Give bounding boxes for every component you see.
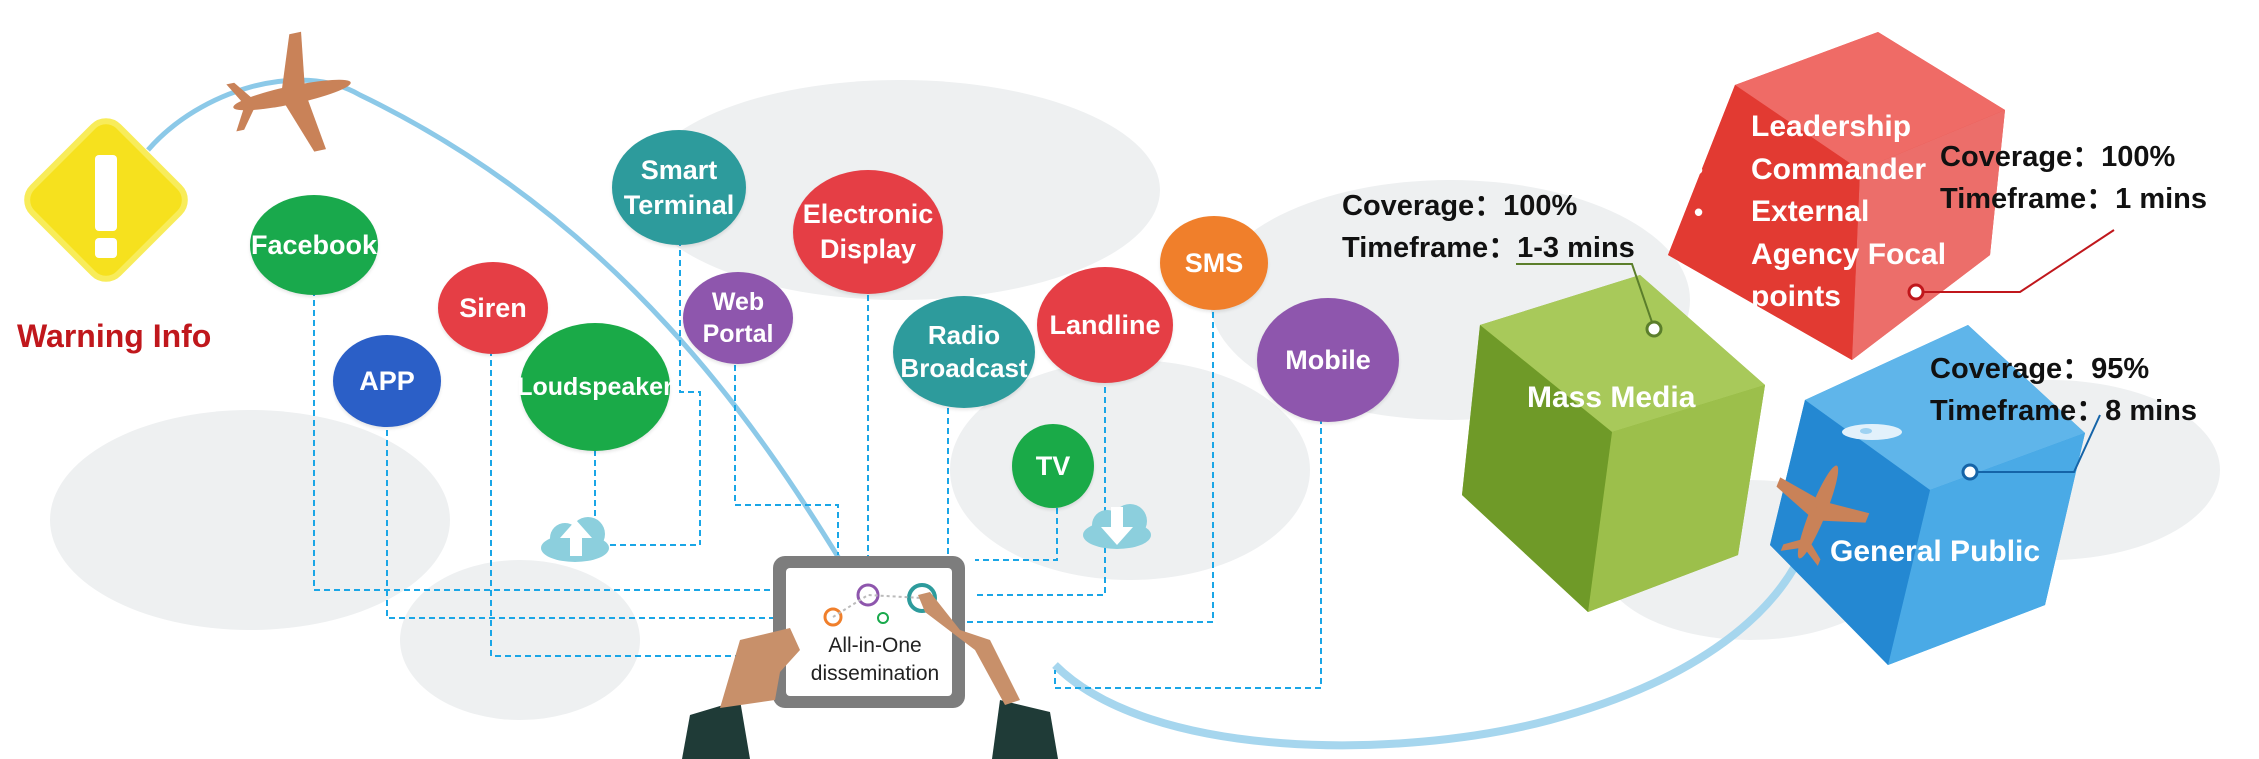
channel-electronic-display[interactable]: Electronic Display — [793, 170, 943, 294]
channel-label: Facebook — [250, 229, 378, 260]
leadership-item: • Commander — [1680, 149, 1946, 192]
general-public-coverage: Coverage：95% — [1930, 353, 2150, 385]
leadership-list: • Leadership • Commander • External Agency … — [1680, 106, 1946, 319]
channel-radio-broadcast[interactable]: Radio Broadcast — [893, 296, 1035, 408]
warning-info-label: Warning Info — [17, 318, 212, 354]
warning-diamond-icon — [24, 118, 188, 282]
leadership-item-text: External — [1751, 195, 1870, 228]
channel-smart-terminal[interactable]: Smart Terminal — [612, 130, 746, 245]
mass-media-label: Mass Media — [1527, 381, 1696, 414]
bullet-dot-icon: • — [1694, 112, 1704, 142]
channel-label: Electronic Display — [802, 199, 934, 264]
channel-label: Loudspeaker — [517, 373, 673, 401]
leadership-item: • Leadership — [1680, 106, 1946, 149]
channel-label: Landline — [1049, 309, 1161, 340]
channel-tv[interactable]: TV — [1012, 424, 1094, 508]
channel-sms[interactable]: SMS — [1160, 216, 1268, 310]
channel-mobile[interactable]: Mobile — [1257, 298, 1399, 422]
bullet-dot-icon: • — [1694, 197, 1704, 227]
channel-label: Web Portal — [702, 288, 774, 348]
mass-media-coverage: Coverage：100% — [1342, 190, 1578, 222]
leadership-item-text: Leadership — [1751, 110, 1912, 143]
channel-label: TV — [1035, 450, 1071, 481]
airplane-icon — [226, 31, 351, 152]
leadership-item: Agency Focal — [1680, 234, 1946, 277]
hub-label: All-in-One dissemination — [810, 634, 940, 685]
channel-facebook[interactable]: Facebook — [250, 195, 378, 295]
bullet-dot-icon: • — [1694, 154, 1704, 185]
general-public-marker — [1961, 463, 1979, 481]
mass-media-timeframe: Timeframe：1-3 mins — [1342, 232, 1635, 264]
channel-label: Siren — [459, 292, 527, 323]
leadership-item: points — [1680, 276, 1946, 319]
mass-media-marker — [1645, 320, 1663, 338]
channel-siren[interactable]: Siren — [438, 262, 548, 354]
general-public-label: General Public — [1830, 535, 2041, 568]
channel-label: APP — [359, 365, 415, 396]
channel-label: Radio Broadcast — [900, 319, 1028, 383]
channel-label: Smart Terminal — [623, 154, 735, 220]
leadership-item: • External — [1680, 191, 1946, 234]
channel-loudspeaker[interactable]: Loudspeaker — [517, 323, 673, 451]
leadership-item-text: points — [1751, 280, 1841, 313]
leadership-timeframe: Timeframe：1 mins — [1940, 183, 2208, 215]
leadership-coverage: Coverage：100% — [1940, 141, 2176, 173]
channel-app[interactable]: APP — [333, 335, 441, 427]
channel-label: Mobile — [1285, 344, 1371, 375]
leadership-item-text: Commander — [1751, 152, 1927, 186]
mass-media-cube — [1462, 275, 1765, 612]
channel-landline[interactable]: Landline — [1037, 267, 1173, 383]
general-public-timeframe: Timeframe：8 mins — [1930, 395, 2198, 427]
cloud-upload-icon — [541, 517, 609, 562]
dissemination-diagram: Warning Info Facebook APP Siren Loudspea… — [0, 0, 2259, 759]
channel-web-portal[interactable]: Web Portal — [683, 272, 793, 364]
channel-label: SMS — [1184, 247, 1244, 278]
leadership-item-text: Agency Focal — [1751, 237, 1947, 271]
